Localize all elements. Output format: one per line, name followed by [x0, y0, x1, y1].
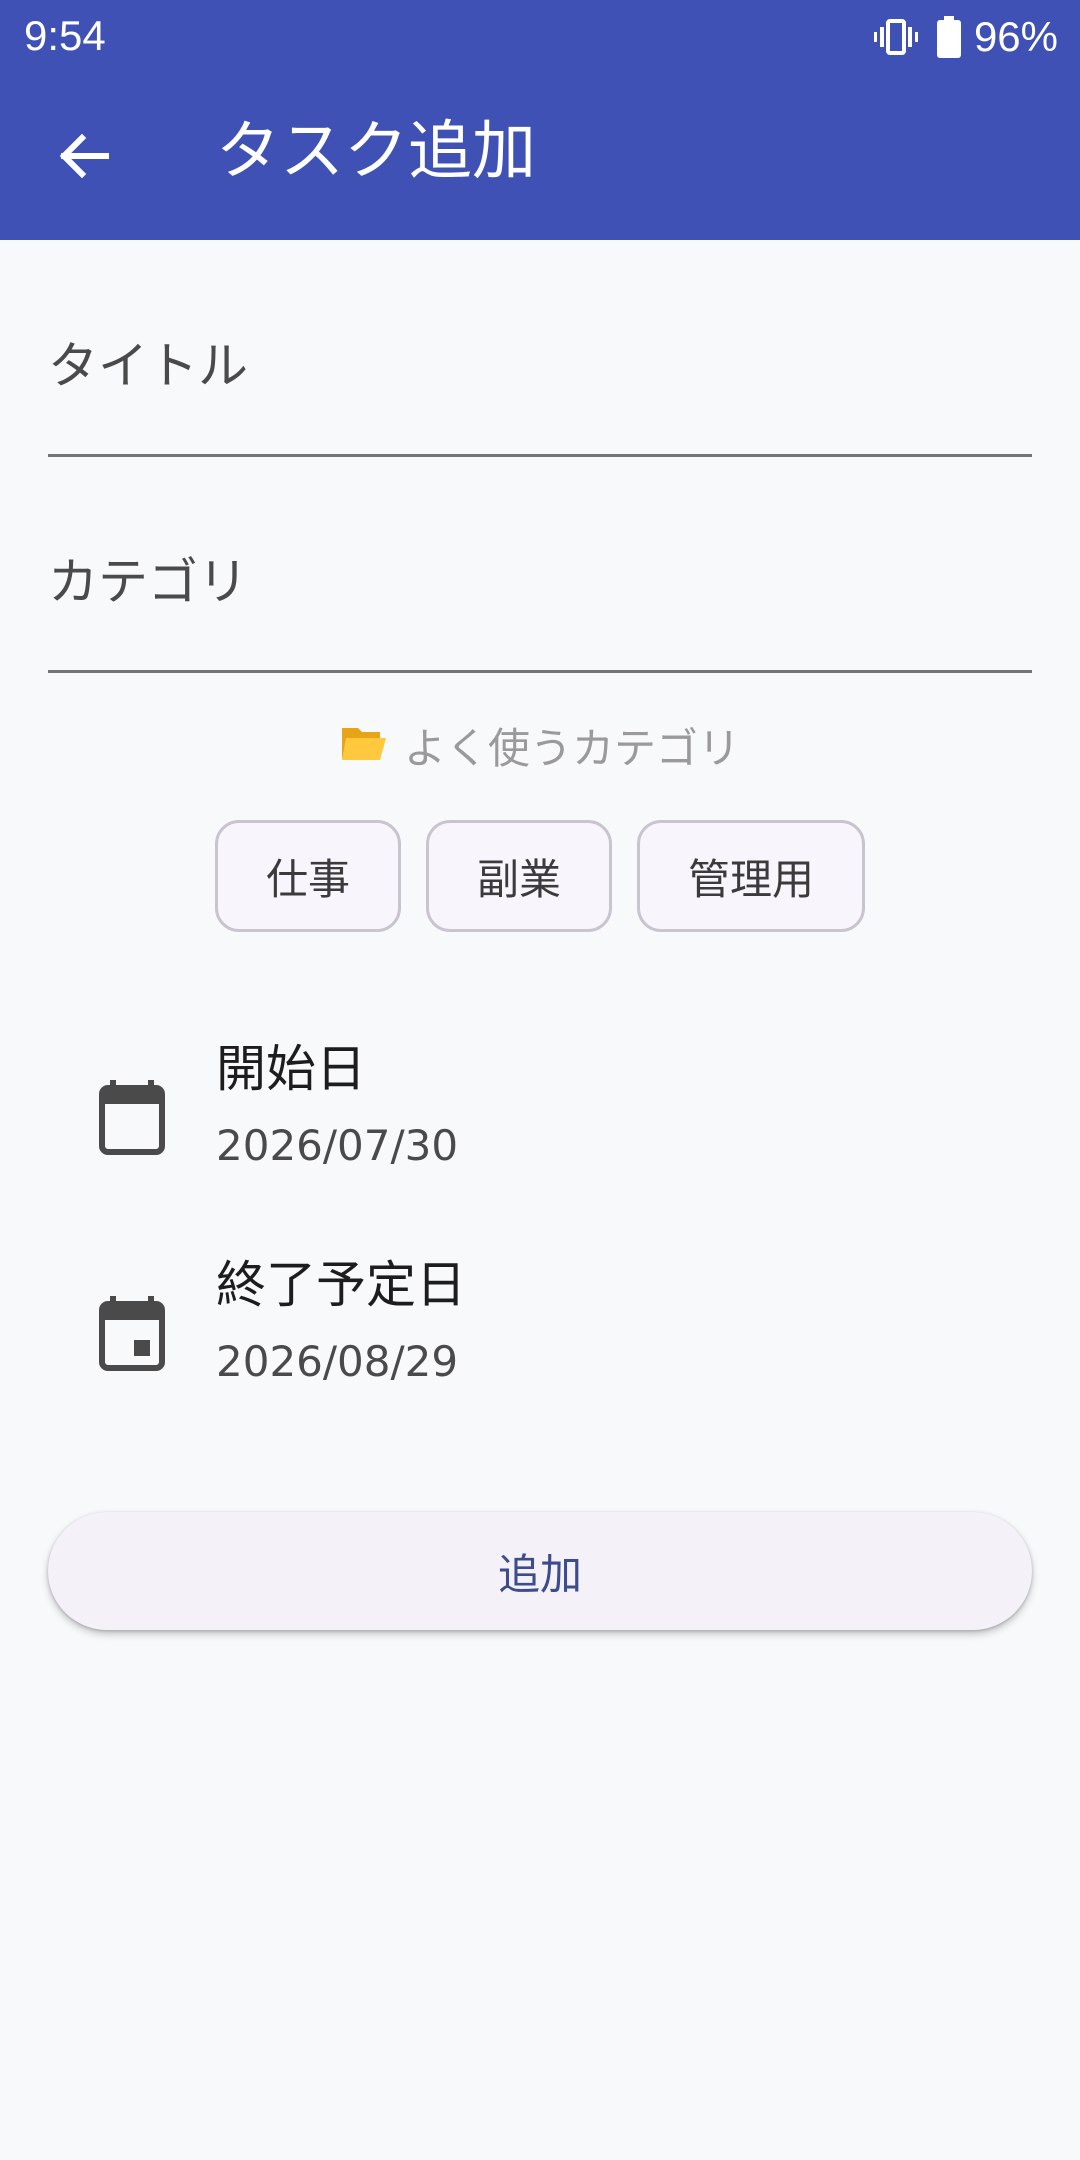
battery-percent: 96%: [973, 13, 1058, 60]
title-input[interactable]: タイトル: [48, 300, 1032, 457]
calendar-icon: [96, 1078, 168, 1158]
frequent-categories-hint: よく使うカテゴリ: [0, 722, 1080, 776]
event-icon: [96, 1294, 168, 1374]
start-date-label: 開始日: [216, 1040, 366, 1098]
category-input[interactable]: カテゴリ: [48, 516, 1032, 673]
start-date-value: 2026/07/30: [216, 1121, 459, 1170]
page-title: タスク追加: [216, 115, 536, 189]
status-icons: 96%: [873, 12, 1058, 62]
frequent-categories-label: よく使うカテゴリ: [403, 724, 740, 773]
title-placeholder: タイトル: [48, 337, 248, 395]
arrow-back-icon: [56, 128, 112, 188]
end-date-row[interactable]: 終了予定日 2026/08/29: [96, 1254, 996, 1414]
end-date-label: 終了予定日: [216, 1256, 466, 1314]
chip-label: 仕事: [265, 854, 350, 904]
category-chip-work[interactable]: 仕事: [215, 820, 401, 932]
battery-icon: [936, 16, 962, 58]
chip-label: 管理用: [687, 854, 814, 904]
folder-icon: [340, 722, 388, 776]
add-button-label: 追加: [497, 1549, 582, 1599]
app-bar: 9:54 96% タスク追加: [0, 0, 1080, 240]
back-button[interactable]: [42, 116, 126, 200]
category-placeholder: カテゴリ: [48, 553, 248, 611]
category-chip-side-job[interactable]: 副業: [426, 820, 612, 932]
status-time: 9:54: [24, 12, 106, 59]
category-chip-admin[interactable]: 管理用: [637, 820, 865, 932]
end-date-value: 2026/08/29: [216, 1337, 459, 1386]
chip-label: 副業: [476, 854, 561, 904]
vibrate-icon: [873, 17, 918, 57]
start-date-row[interactable]: 開始日 2026/07/30: [96, 1038, 996, 1198]
add-button[interactable]: 追加: [48, 1512, 1032, 1630]
